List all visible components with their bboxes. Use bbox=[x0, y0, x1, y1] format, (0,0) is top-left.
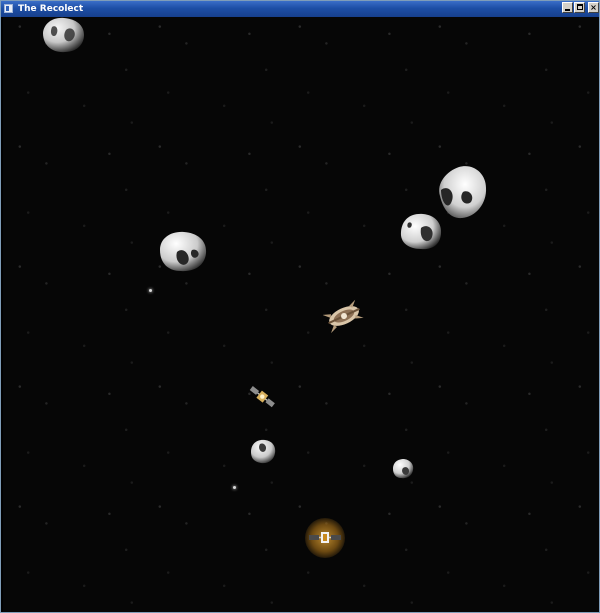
minimize-icon bbox=[565, 9, 570, 11]
close-icon: × bbox=[590, 3, 597, 12]
star bbox=[233, 486, 236, 489]
game-window: The Recolect × bbox=[0, 0, 600, 613]
player-satellite-icon bbox=[309, 532, 341, 543]
close-button[interactable]: × bbox=[588, 2, 599, 13]
asteroid-left[interactable] bbox=[157, 229, 209, 274]
window-title: The Recolect bbox=[18, 4, 84, 14]
asteroid-small-right[interactable] bbox=[390, 457, 416, 481]
star-field bbox=[3, 17, 599, 612]
asteroid-top-left[interactable] bbox=[39, 17, 87, 55]
maximize-icon bbox=[577, 4, 583, 10]
game-viewport[interactable] bbox=[3, 17, 599, 612]
asteroid-small-center[interactable] bbox=[248, 437, 278, 465]
minimize-button[interactable] bbox=[562, 2, 573, 13]
title-bar[interactable]: The Recolect × bbox=[1, 1, 599, 17]
asteroid-right[interactable] bbox=[398, 210, 444, 252]
star bbox=[149, 289, 152, 292]
satellite[interactable] bbox=[244, 379, 280, 415]
spaceship[interactable] bbox=[323, 298, 365, 334]
app-icon bbox=[4, 4, 13, 13]
maximize-button[interactable] bbox=[574, 2, 585, 13]
